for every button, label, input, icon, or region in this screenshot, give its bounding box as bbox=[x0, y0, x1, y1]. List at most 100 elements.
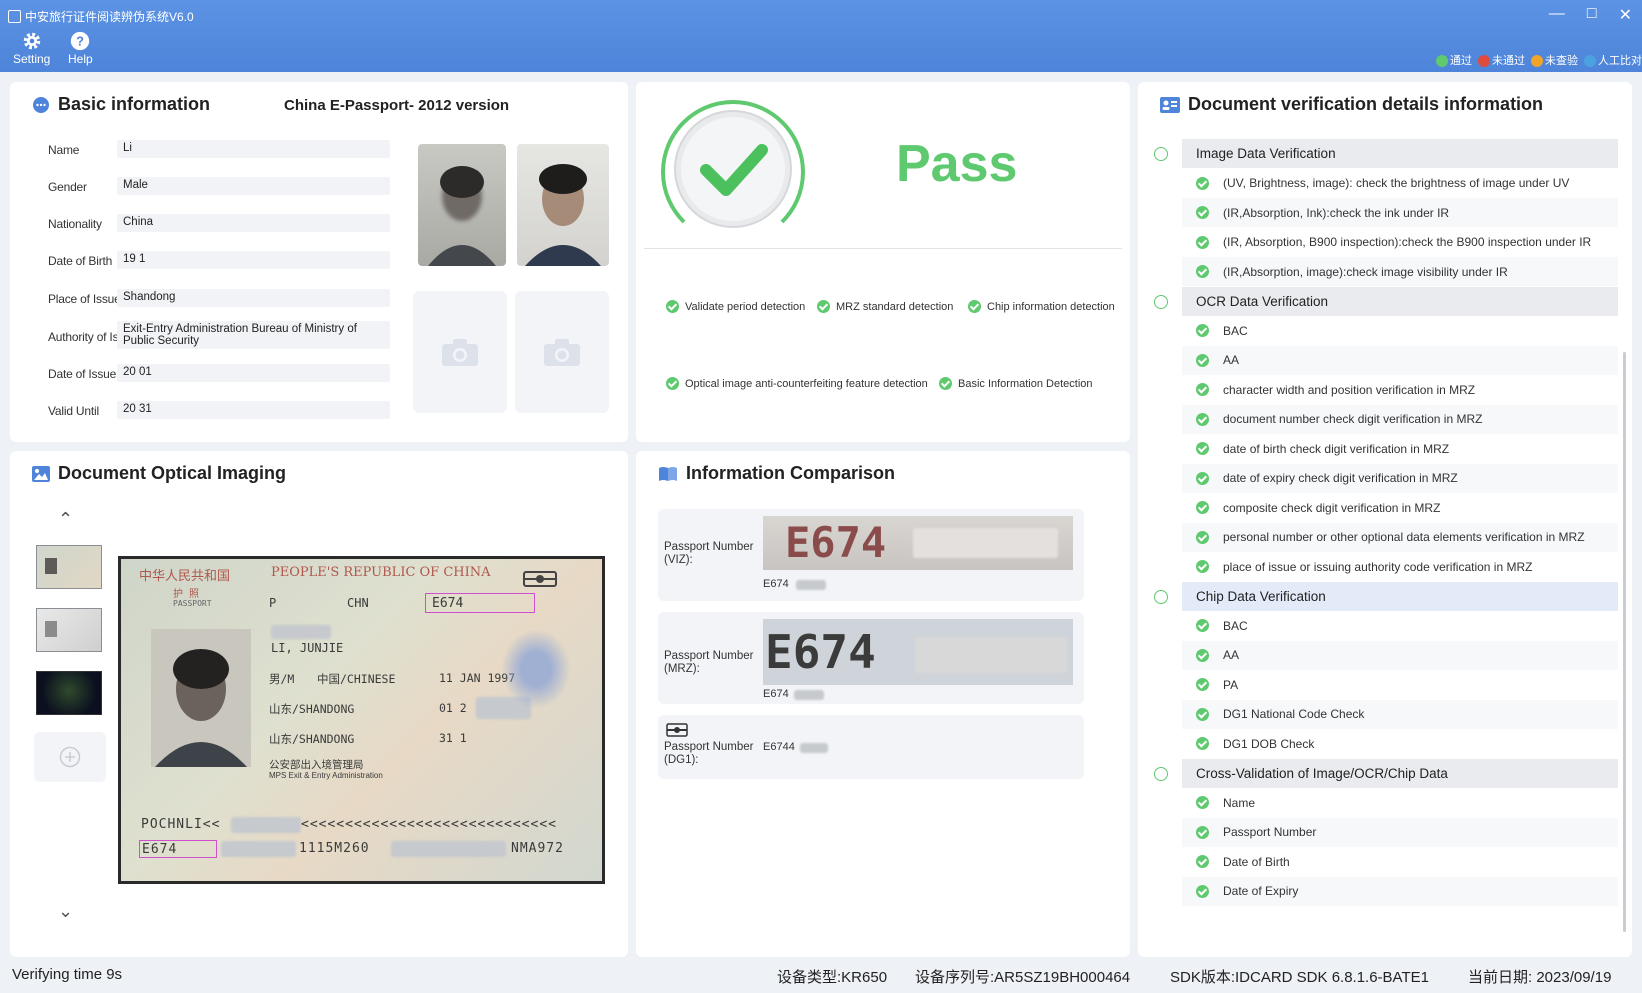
photo-slot-2[interactable] bbox=[515, 291, 609, 413]
check-icon bbox=[1196, 825, 1209, 839]
criterion-optical: Optical image anti-counterfeiting featur… bbox=[666, 377, 928, 390]
close-icon[interactable]: ✕ bbox=[1619, 5, 1632, 25]
portrait-image bbox=[525, 164, 601, 266]
image-icon bbox=[32, 465, 50, 482]
add-image-button[interactable] bbox=[34, 732, 106, 782]
verification-item: Date of Expiry bbox=[1182, 876, 1618, 906]
check-icon bbox=[1196, 560, 1209, 573]
check-icon bbox=[1196, 707, 1209, 721]
check-icon bbox=[817, 300, 830, 313]
check-icon bbox=[1196, 235, 1209, 249]
check-circle-icon bbox=[1154, 294, 1168, 309]
compare-row-viz: Passport Number (VIZ): E674 E674 bbox=[658, 509, 1084, 601]
field-date-of-birth: Date of Birth 19 1 bbox=[10, 251, 390, 273]
check-icon bbox=[666, 300, 679, 313]
verification-item: DG1 National Code Check bbox=[1182, 699, 1618, 729]
verification-item: (IR,Absorption, Ink):check the ink under… bbox=[1182, 198, 1618, 227]
check-circle-icon bbox=[1154, 147, 1168, 161]
device-serial: 设备序列号:AR5SZ19BH000464 bbox=[915, 969, 1131, 986]
help-icon: ? bbox=[71, 31, 90, 51]
check-icon bbox=[1196, 530, 1209, 544]
verification-section[interactable]: Cross-Validation of Image/OCR/Chip Data bbox=[1154, 758, 1618, 788]
passport-number-highlight: E674 bbox=[425, 593, 535, 613]
verification-item: character width and position verificatio… bbox=[1182, 375, 1618, 404]
check-icon bbox=[1196, 737, 1209, 750]
verification-section[interactable]: Image Data Verification bbox=[1154, 139, 1618, 168]
chip-symbol-icon bbox=[523, 571, 557, 587]
result-status: Pass bbox=[896, 135, 1018, 193]
check-icon bbox=[1196, 324, 1209, 337]
thumbnail-uv[interactable] bbox=[36, 671, 102, 715]
minimize-icon[interactable]: — bbox=[1549, 5, 1565, 25]
check-icon bbox=[1196, 206, 1209, 219]
verification-title: Document verification details informatio… bbox=[1160, 94, 1543, 115]
optical-imaging-title: Document Optical Imaging bbox=[32, 463, 286, 484]
thumbnail-ir[interactable] bbox=[36, 608, 102, 652]
verification-item: (IR, Absorption, B900 inspection):check … bbox=[1182, 228, 1618, 257]
book-icon bbox=[659, 466, 677, 481]
verification-item: DG1 DOB Check bbox=[1182, 729, 1618, 758]
field-date-of-issue: Date of Issue 20 01 bbox=[10, 364, 390, 386]
visual-zone-photo bbox=[418, 144, 506, 266]
verification-item: AA bbox=[1182, 345, 1618, 375]
check-icon bbox=[1196, 796, 1209, 809]
verification-item: date of expiry check digit verification … bbox=[1182, 463, 1618, 493]
check-icon bbox=[1196, 884, 1209, 898]
criterion-validity: Validate period detection bbox=[666, 300, 805, 313]
check-icon bbox=[1196, 412, 1209, 426]
camera-icon bbox=[544, 339, 580, 366]
help-button[interactable]: ? Help bbox=[68, 30, 93, 66]
criterion-chip: Chip information detection bbox=[968, 300, 1115, 313]
field-gender: Gender Male bbox=[10, 177, 390, 199]
pass-legend-icon bbox=[1436, 55, 1448, 68]
person-icon bbox=[1154, 766, 1168, 781]
unchecked-legend-icon bbox=[1531, 55, 1543, 68]
compare-row-mrz: Passport Number (MRZ): E674 E674 bbox=[658, 612, 1084, 704]
svg-text:?: ? bbox=[76, 34, 84, 49]
verification-item: BAC bbox=[1182, 316, 1618, 345]
pass-check-icon bbox=[661, 100, 805, 228]
scrollbar[interactable] bbox=[1623, 352, 1626, 932]
result-panel: Pass Validate period detection MRZ stand… bbox=[636, 82, 1130, 442]
viz-crop-image: E674 bbox=[763, 516, 1073, 570]
passport-portrait bbox=[151, 629, 251, 767]
gear-icon bbox=[23, 32, 40, 50]
verification-item: PA bbox=[1182, 670, 1618, 699]
check-icon bbox=[1196, 176, 1209, 190]
setting-button[interactable]: Setting bbox=[13, 30, 50, 66]
comparison-panel: Information Comparison Passport Number (… bbox=[636, 451, 1130, 957]
current-date: 当前日期: 2023/09/19 bbox=[1468, 969, 1612, 986]
thumbnail-white-light[interactable] bbox=[36, 545, 102, 589]
basic-info-panel: Basic information China E-Passport- 2012… bbox=[10, 82, 628, 442]
verification-item: BAC bbox=[1182, 611, 1618, 640]
criterion-basic-info: Basic Information Detection bbox=[939, 377, 1093, 390]
verification-item: document number check digit verification… bbox=[1182, 404, 1618, 434]
field-place-of-issue: Place of Issue Shandong bbox=[10, 289, 390, 311]
check-icon bbox=[1196, 678, 1209, 691]
chat-bubble-icon bbox=[33, 96, 49, 113]
chip-photo bbox=[517, 144, 609, 266]
criterion-mrz: MRZ standard detection bbox=[817, 300, 953, 313]
check-icon bbox=[939, 377, 952, 390]
verification-section[interactable]: Chip Data Verification bbox=[1154, 581, 1618, 611]
verification-item: Name bbox=[1182, 788, 1618, 817]
verification-item: date of birth check digit verification i… bbox=[1182, 434, 1618, 463]
check-icon bbox=[1196, 383, 1209, 396]
verification-item: Passport Number bbox=[1182, 817, 1618, 847]
check-icon bbox=[1196, 265, 1209, 278]
sdk-version: SDK版本:IDCARD SDK 6.8.1.6-BATE1 bbox=[1170, 969, 1429, 986]
compare-row-dg1: Passport Number (DG1): E6744 bbox=[658, 715, 1084, 779]
check-circle-icon bbox=[1154, 589, 1168, 604]
comparison-title: Information Comparison bbox=[658, 463, 895, 484]
field-name: Name Li bbox=[10, 140, 390, 162]
photo-slot-1[interactable] bbox=[413, 291, 507, 413]
window-title: 中安旅行证件阅读辨伪系统V6.0 bbox=[8, 8, 194, 25]
chevron-up-icon[interactable]: ⌃ bbox=[58, 509, 73, 530]
maximize-icon[interactable]: □ bbox=[1587, 5, 1597, 25]
verification-item: place of issue or issuing authority code… bbox=[1182, 552, 1618, 581]
chevron-down-icon[interactable]: ⌄ bbox=[58, 901, 73, 922]
check-icon bbox=[1196, 619, 1209, 632]
verification-item: (IR,Absorption, image):check image visib… bbox=[1182, 257, 1618, 286]
title-bar: 中安旅行证件阅读辨伪系统V6.0 — □ ✕ Setting ? Help 通过… bbox=[0, 0, 1642, 72]
verification-section[interactable]: OCR Data Verification bbox=[1154, 286, 1618, 316]
